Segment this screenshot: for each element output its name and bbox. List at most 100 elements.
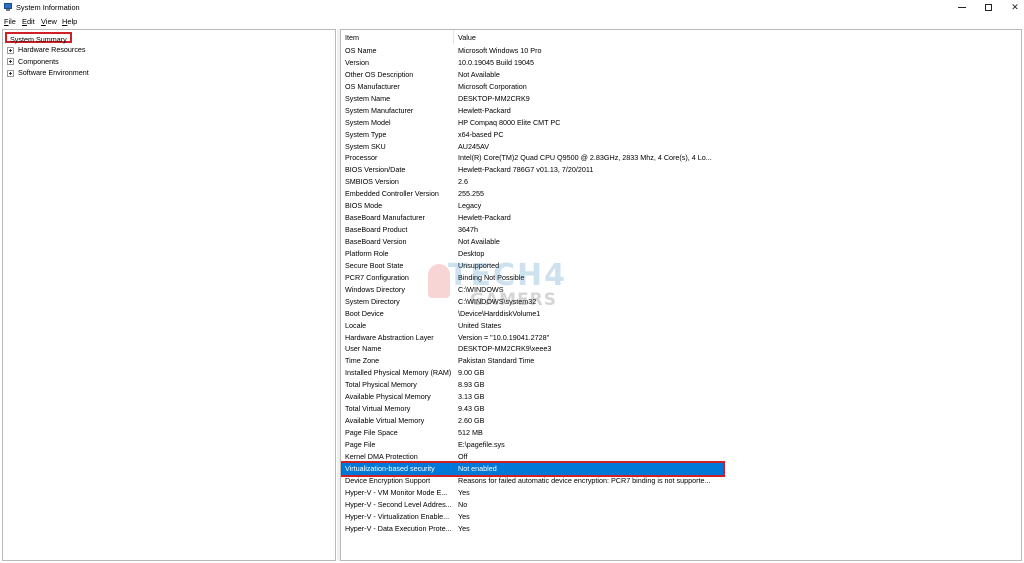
menu-edit[interactable]: Edit — [22, 17, 35, 26]
cell-item: BaseBoard Product — [345, 225, 408, 235]
window-title: System Information — [16, 3, 80, 12]
table-row[interactable]: Hyper-V - Second Level Addres... No — [341, 499, 1021, 511]
tree-item-hardware-resources[interactable]: Hardware Resources — [7, 44, 86, 55]
table-row[interactable]: Available Virtual Memory 2.60 GB — [341, 415, 1021, 427]
table-row[interactable]: Embedded Controller Version 255.255 — [341, 188, 1021, 200]
cell-item: Processor — [345, 153, 378, 163]
table-row[interactable]: User Name DESKTOP-MM2CRK9\xeee3 — [341, 343, 1021, 355]
cell-value: 3.13 GB — [458, 392, 485, 402]
cell-item: BaseBoard Version — [345, 237, 407, 246]
cell-item: Device Encryption Support — [345, 475, 431, 485]
table-row[interactable]: Hyper-V - Data Execution Prote... Yes — [341, 523, 1021, 535]
table-row[interactable]: Total Virtual Memory 9.43 GB — [341, 403, 1021, 415]
cell-item: Hyper-V - Data Execution Prote... — [345, 523, 452, 533]
cell-item: Kernel DMA Protection — [345, 451, 418, 461]
table-row[interactable]: Hyper-V - VM Monitor Mode E... Yes — [341, 487, 1021, 499]
menu-view[interactable]: View — [41, 17, 57, 26]
cell-value: 512 MB — [458, 428, 483, 437]
table-row[interactable]: Hardware Abstraction Layer Version = "10.… — [341, 332, 1021, 344]
tree-item-software-environment[interactable]: Software Environment — [7, 67, 89, 78]
table-row[interactable]: System Model HP Compaq 8000 Elite CMT PC — [341, 117, 1021, 129]
cell-item: Page File — [345, 439, 376, 449]
table-row[interactable]: Other OS Description Not Available — [341, 69, 1021, 81]
table-row[interactable]: Time Zone Pakistan Standard Time — [341, 355, 1021, 367]
tree-item-system-summary[interactable]: System Summary — [5, 32, 72, 44]
cell-item: Installed Physical Memory (RAM) — [345, 368, 452, 378]
cell-item: System Type — [345, 129, 387, 139]
cell-value: E:\pagefile.sys — [458, 439, 505, 449]
cell-value: 255.255 — [458, 189, 484, 199]
menu-help[interactable]: Help — [62, 17, 77, 26]
cell-item: System SKU — [345, 141, 386, 151]
cell-item: User Name — [345, 344, 382, 354]
cell-item: Version — [345, 57, 369, 67]
cell-item: Available Virtual Memory — [345, 416, 425, 426]
table-row[interactable]: Installed Physical Memory (RAM) 9.00 GB — [341, 367, 1021, 379]
category-tree[interactable]: System Summary Hardware Resources Compon… — [2, 29, 336, 561]
table-row[interactable]: Total Physical Memory 8.93 GB — [341, 379, 1021, 391]
cell-value: 3647h — [458, 225, 478, 235]
table-row[interactable]: BIOS Mode Legacy — [341, 200, 1021, 212]
title-bar[interactable]: System Information ✕ — [0, 0, 1024, 14]
table-row[interactable]: Hyper-V - Virtualization Enable... Yes — [341, 511, 1021, 523]
close-button[interactable]: ✕ — [1000, 0, 1024, 14]
maximize-button[interactable] — [973, 0, 1003, 14]
cell-value: Hewlett-Packard 786G7 v01.13, 7/20/2011 — [458, 165, 594, 175]
table-row[interactable]: Device Encryption Support Reasons for fai… — [341, 475, 1021, 487]
cell-value: 9.00 GB — [458, 368, 485, 378]
table-row[interactable]: OS Manufacturer Microsoft Corporation — [341, 81, 1021, 93]
table-row[interactable]: Page File Space 512 MB — [341, 427, 1021, 439]
column-header-item[interactable]: Item — [345, 33, 359, 42]
cell-item: Hyper-V - VM Monitor Mode E... — [345, 487, 448, 497]
column-divider[interactable] — [453, 30, 454, 44]
table-row[interactable]: BaseBoard Manufacturer Hewlett-Packard — [341, 212, 1021, 224]
expand-icon[interactable] — [7, 58, 14, 66]
cell-value: Not enabled — [458, 463, 497, 473]
table-row[interactable]: System SKU AU245AV — [341, 141, 1021, 153]
cell-value: Yes — [458, 511, 470, 521]
cell-value: Yes — [458, 523, 470, 533]
cell-item: Hardware Abstraction Layer — [345, 332, 434, 342]
table-row[interactable]: Locale United States — [341, 320, 1021, 332]
cell-item: System Name — [345, 93, 391, 103]
cell-item: Locale — [345, 320, 367, 330]
tree-item-components[interactable]: Components — [7, 56, 59, 67]
cell-value: Hewlett-Packard — [458, 105, 511, 115]
cell-item: Available Physical Memory — [345, 392, 431, 402]
cell-value: 2.6 — [458, 177, 468, 187]
system-information-icon — [4, 3, 12, 11]
table-row[interactable]: BaseBoard Version Not Available — [341, 236, 1021, 248]
table-row[interactable]: Version 10.0.19045 Build 19045 — [341, 57, 1021, 69]
mascot-icon — [428, 264, 450, 298]
cell-value: Microsoft Windows 10 Pro — [458, 46, 542, 55]
cell-value: Yes — [458, 487, 470, 497]
cell-item: OS Manufacturer — [345, 81, 400, 91]
table-row[interactable]: Kernel DMA Protection Off — [341, 451, 1021, 463]
table-row[interactable]: Available Physical Memory 3.13 GB — [341, 391, 1021, 403]
table-row[interactable]: Processor Intel(R) Core(TM)2 Quad CPU Q95… — [341, 152, 1021, 164]
cell-item: Total Virtual Memory — [345, 404, 411, 414]
cell-item: Embedded Controller Version — [345, 189, 439, 199]
table-row[interactable]: System Name DESKTOP-MM2CRK9 — [341, 93, 1021, 105]
cell-value: 8.93 GB — [458, 380, 485, 390]
table-row[interactable]: System Manufacturer Hewlett-Packard — [341, 105, 1021, 117]
menu-file[interactable]: File — [4, 17, 16, 26]
expand-icon[interactable] — [7, 46, 14, 54]
table-row-selected[interactable]: Virtualization-based security Not enabled — [341, 460, 725, 477]
cell-value: Legacy — [458, 201, 482, 211]
table-row[interactable]: BIOS Version/Date Hewlett-Packard 786G7 v… — [341, 164, 1021, 176]
menu-bar: File Edit View Help — [0, 15, 1024, 27]
tree-item-label: Software Environment — [18, 68, 89, 77]
column-header-value[interactable]: Value — [458, 33, 476, 42]
table-row[interactable]: SMBIOS Version 2.6 — [341, 176, 1021, 188]
table-row[interactable]: BaseBoard Product 3647h — [341, 224, 1021, 236]
expand-icon[interactable] — [7, 69, 14, 77]
table-row[interactable]: System Type x64-based PC — [341, 129, 1021, 141]
table-row[interactable]: Page File E:\pagefile.sys — [341, 439, 1021, 451]
cell-value: 2.60 GB — [458, 416, 485, 426]
table-row[interactable]: OS Name Microsoft Windows 10 Pro — [341, 45, 1021, 57]
tree-item-label: Components — [18, 56, 59, 66]
cell-item: System Model — [345, 117, 391, 127]
tree-item-label: Hardware Resources — [18, 45, 86, 54]
cell-value: Hewlett-Packard — [458, 213, 511, 223]
